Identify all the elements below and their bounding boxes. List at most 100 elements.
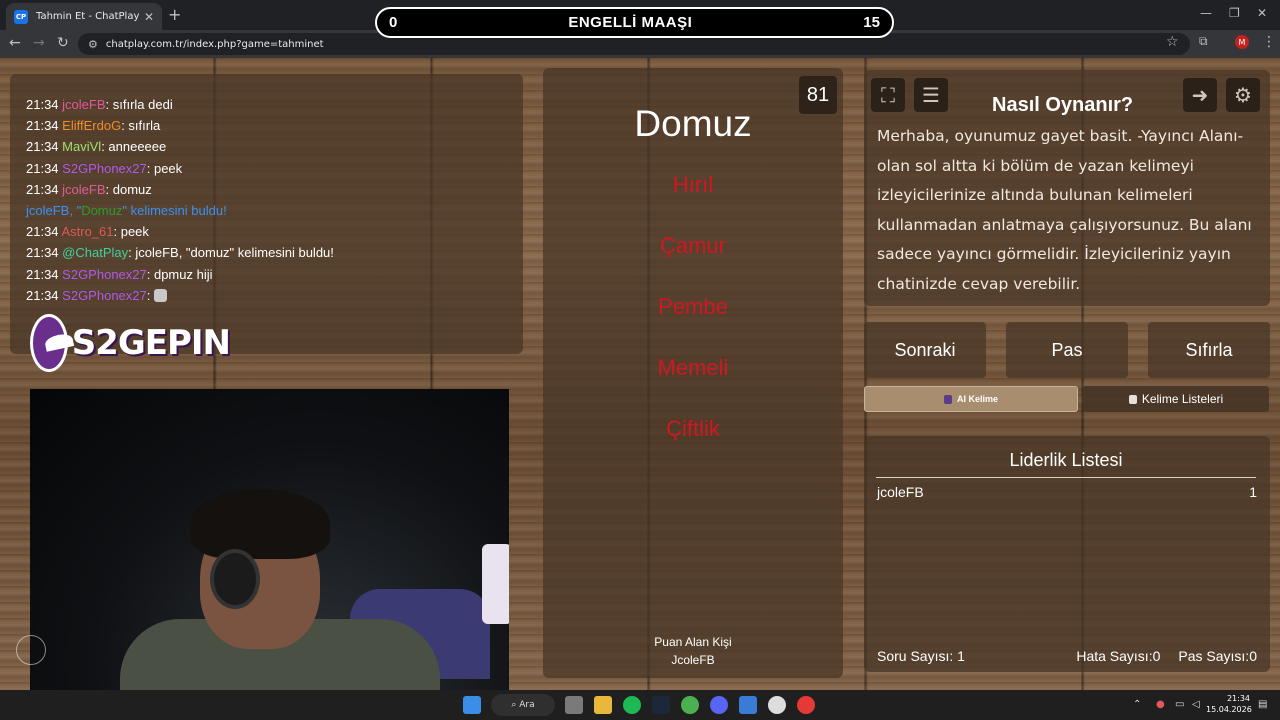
chat-username[interactable]: Astro_61 (61, 224, 113, 239)
game-stats: Soru Sayısı: 1 Hata Sayısı:0 Pas Sayısı:… (877, 648, 1257, 664)
new-tab-icon[interactable]: + (168, 5, 181, 24)
microphone-tray-icon[interactable]: ● (1156, 699, 1165, 710)
chat-username[interactable]: S2GPhonex27 (62, 161, 147, 176)
chat-message: 21:34 S2GPhonex27: dpmuz hiji (26, 264, 523, 285)
discord-icon[interactable] (710, 696, 728, 714)
window-close-icon[interactable]: ✕ (1257, 6, 1267, 20)
chat-message: 21:34 S2GPhonex27: (26, 285, 523, 306)
chat-message: 21:34 EliffErdoG: sıfırla (26, 115, 523, 136)
chat-time: 21:34 (26, 118, 59, 134)
reload-icon[interactable]: ↻ (57, 35, 69, 51)
exit-icon[interactable]: ➜ (1183, 78, 1217, 112)
bookmark-star-icon[interactable]: ☆ (1166, 34, 1179, 50)
forbidden-word: Çamur (659, 233, 726, 258)
chat-text: : jcoleFB, "domuz" kelimesini buldu! (128, 245, 334, 261)
chat-username[interactable]: jcoleFB (62, 97, 105, 112)
spotify-icon[interactable] (623, 696, 641, 714)
chat-time: 21:34 (26, 160, 59, 176)
forbidden-word: Pembe (658, 294, 728, 319)
banner-right-score: 15 (863, 14, 880, 31)
profile-avatar[interactable]: M (1235, 35, 1249, 49)
chat-username[interactable]: jcoleFB (62, 182, 105, 197)
headphone-icon (210, 549, 260, 609)
chat-username[interactable]: S2GPhonex27 (62, 288, 147, 303)
chat-text: : peek (146, 160, 183, 176)
chat-time: 21:34 (26, 266, 59, 282)
extensions-icon[interactable]: ⧉ (1199, 34, 1208, 49)
chat-time: 21:34 (26, 181, 59, 197)
ai-word-button[interactable]: AI Kelime (864, 386, 1078, 412)
next-button[interactable]: Sonraki (864, 322, 986, 378)
steam-icon[interactable] (652, 696, 670, 714)
document-icon[interactable]: ☰ (914, 78, 948, 112)
target-word: Domuz (634, 103, 752, 144)
taskbar-search[interactable]: ⌕ Ara (491, 694, 555, 716)
webcam-feed (30, 389, 509, 690)
ai-icon (943, 394, 952, 404)
word-lists-label: Kelime Listeleri (1141, 392, 1224, 406)
windows-start-icon[interactable] (463, 696, 481, 714)
chat-lines: 21:34 jcoleFB: sıfırla dedi 21:34 EliffEr… (26, 94, 523, 306)
chat-message: 21:34 jcoleFB: sıfırla dedi (26, 94, 523, 115)
chrome-icon[interactable] (681, 696, 699, 714)
chat-username[interactable]: MaviVl (62, 139, 101, 154)
scorer-label: Puan Alan Kişi (654, 635, 732, 649)
banner-left-score: 0 (389, 14, 398, 31)
store-icon[interactable] (565, 696, 583, 714)
error-count: Hata Sayısı:0 (1076, 648, 1161, 664)
chat-message: 21:34 MaviVl: anneeeee (26, 136, 523, 157)
chat-time: 21:34 (26, 97, 59, 112)
leaderboard-panel: Liderlik Listesi jcoleFB 1 Soru Sayısı: … (864, 436, 1270, 672)
fullscreen-icon[interactable]: ⛶ (871, 78, 905, 112)
browser-menu-icon[interactable]: ⋮ (1262, 34, 1276, 50)
forward-icon[interactable]: → (33, 35, 45, 51)
url-text: chatplay.com.tr/index.php?game=tahminet (105, 38, 324, 50)
search-icon: ⌕ (511, 700, 520, 710)
chat-username[interactable]: @ChatPlay (62, 245, 128, 260)
how-to-play-panel: ⛶ ☰ Nasıl Oynanır? ➜ ⚙ Merhaba, oyunumuz… (864, 70, 1270, 306)
reset-button[interactable]: Sıfırla (1148, 322, 1270, 378)
pass-count: Pas Sayısı:0 (1178, 648, 1257, 664)
chat-username[interactable]: S2GPhonex27 (62, 267, 147, 282)
forbidden-word: Çiftlik (666, 416, 720, 441)
close-tab-icon[interactable]: ✕ (144, 10, 154, 24)
chat-text: : (146, 287, 154, 303)
notification-icon[interactable]: ▤ (1258, 699, 1267, 710)
volume-icon[interactable]: ◁ (1192, 699, 1200, 710)
how-to-play-text: Merhaba, oyunumuz gayet basit. -Yayıncı … (877, 127, 1252, 293)
pass-button[interactable]: Pas (1006, 322, 1128, 378)
question-count: Soru Sayısı: 1 (877, 648, 965, 664)
word-card: 81 Domuz Hırıl Çamur Pembe Memeli Çiftli… (543, 68, 843, 678)
scorer-info: Puan Alan Kişi JcoleFB (543, 633, 843, 669)
system-clock[interactable]: 21:34 15.04.2026 (1206, 693, 1252, 715)
app-icon[interactable] (739, 696, 757, 714)
chat-text: : dpmuz hiji (146, 266, 213, 282)
side-circle-button[interactable] (16, 635, 46, 665)
site-info-icon[interactable]: ⚙ (88, 38, 98, 51)
chat-time: 21:34 (26, 245, 59, 261)
obs-icon[interactable] (768, 696, 786, 714)
streamer-logo: S2GEPIN (30, 308, 231, 378)
chat-time: 21:34 (26, 287, 59, 303)
chat-username[interactable]: EliffErdoG (62, 118, 121, 133)
scorer-name: JcoleFB (671, 653, 715, 667)
minimize-icon[interactable]: — (1200, 6, 1212, 20)
chat-message: 21:34 Astro_61: peek (26, 221, 523, 242)
back-icon[interactable]: ← (9, 35, 21, 51)
word-lists-button[interactable]: Kelime Listeleri (1083, 386, 1269, 412)
chat-time: 21:34 (26, 139, 59, 155)
browser-tab[interactable]: CP Tahmin Et - ChatPlay ✕ (6, 3, 162, 30)
tray-chevron-icon[interactable]: ⌃ (1133, 699, 1141, 710)
maximize-icon[interactable]: ❐ (1229, 6, 1240, 20)
settings-gear-icon[interactable]: ⚙ (1226, 78, 1260, 112)
chat-system-message: jcoleFB, "Domuz" kelimesini buldu! (26, 203, 227, 219)
media-player-icon[interactable] (797, 696, 815, 714)
chatplay-favicon-icon: CP (14, 9, 28, 24)
network-icon[interactable]: ▭ (1175, 699, 1184, 710)
file-explorer-icon[interactable] (594, 696, 612, 714)
chat-message: 21:34 @ChatPlay: jcoleFB, "domuz" kelime… (26, 242, 523, 263)
leaderboard-title: Liderlik Listesi (876, 450, 1256, 478)
windows-taskbar: ⌕ Ara ⌃ ● ▭ ◁ 21:34 15.04.2026 ▤ (0, 690, 1280, 720)
forbidden-word: Hırıl (672, 172, 714, 197)
clock-time: 21:34 (1226, 694, 1250, 703)
